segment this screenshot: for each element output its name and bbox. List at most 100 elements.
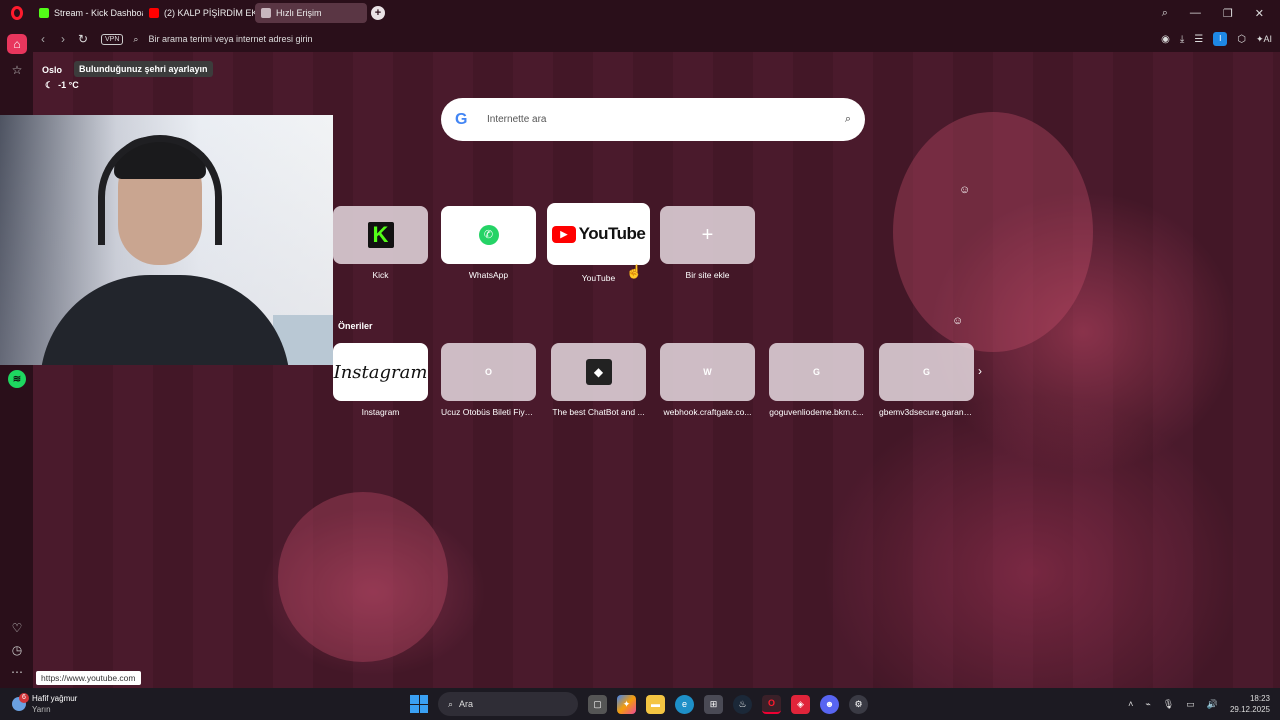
tab-speed-dial[interactable]: Hızlı Erişim [255, 3, 367, 23]
url-placeholder: Bir arama terimi veya internet adresi gi… [148, 34, 313, 44]
opera-menu-icon[interactable] [0, 0, 33, 26]
heart-icon[interactable]: ♡ [7, 618, 27, 638]
suggestion-bkm[interactable]: G goguvenliodeme.bkm.c... [769, 343, 864, 417]
dial-label: gbemv3dsecure.garanti... [879, 407, 974, 417]
emoji-icon: ☺ [952, 315, 964, 327]
weather-temperature: ☾ -1 °C [45, 80, 79, 91]
letter-icon: G [922, 367, 930, 377]
windows-start-icon[interactable] [410, 695, 428, 713]
more-icon[interactable]: ⋯ [7, 662, 27, 682]
suggestion-chatbot[interactable]: ◆ The best ChatBot and ... [551, 343, 646, 417]
url-field[interactable]: ⌕ Bir arama terimi veya internet adresi … [133, 34, 1161, 45]
clock-date: 29.12.2025 [1229, 705, 1270, 714]
youtube-favicon-icon [149, 8, 159, 18]
letter-icon: W [703, 367, 712, 377]
webcam-overlay [0, 115, 333, 365]
google-search-box[interactable]: G ⌕ [441, 98, 865, 141]
weather-city[interactable]: Oslo [42, 65, 62, 75]
tab-label: (2) KALP PİŞİRDİM EKİP YA [164, 8, 255, 18]
speed-dial-kick[interactable]: K Kick [333, 206, 428, 280]
history-icon[interactable]: ◷ [7, 640, 27, 660]
dial-label: Bir site ekle [685, 270, 730, 280]
dial-label: Kick [372, 270, 389, 280]
search-input[interactable] [487, 114, 845, 125]
close-icon[interactable]: ✕ [1255, 7, 1264, 20]
reload-icon[interactable]: ↻ [73, 32, 93, 46]
youtube-logo-text: YouTube [578, 224, 646, 243]
forward-icon[interactable]: › [53, 32, 73, 46]
taskbar-clock[interactable]: 18:23 29.12.2025 [1230, 693, 1270, 715]
speed-dial-whatsapp[interactable]: ✆ WhatsApp [441, 206, 536, 280]
taskbar-search-label: Ara [459, 699, 474, 709]
suggestion-webhook[interactable]: W webhook.craftgate.co... [660, 343, 755, 417]
microphone-icon[interactable]: 🎙 [1163, 699, 1174, 710]
letter-icon: O [484, 367, 492, 377]
new-tab-button[interactable]: + [371, 6, 385, 20]
opera-icon[interactable]: O [762, 694, 781, 714]
moon-icon: ☾ [45, 80, 54, 90]
dial-tile: K [333, 206, 428, 264]
chevron-right-icon[interactable]: › [978, 364, 982, 378]
back-icon[interactable]: ‹ [33, 32, 53, 46]
search-icon[interactable]: ⌕ [845, 113, 851, 126]
suggestion-instagram[interactable]: Instagram Instagram [333, 343, 428, 417]
dial-label: The best ChatBot and ... [552, 407, 645, 417]
volume-icon[interactable]: 🔊 [1207, 699, 1218, 710]
home-icon[interactable]: ⌂ [7, 34, 27, 54]
snapshot-icon[interactable]: ◉ [1161, 34, 1170, 45]
taskbar-weather-widget[interactable]: 6 Hafif yağmur Yarın [12, 693, 77, 715]
instagram-logo-icon: Instagram [333, 361, 428, 383]
vpn-badge[interactable]: VPN [101, 33, 124, 45]
steam-icon[interactable]: ♨ [733, 694, 752, 714]
easy-setup-icon[interactable]: ☰ [1194, 34, 1203, 45]
search-icon: ⌕ [448, 698, 454, 709]
suggestion-garanti[interactable]: G gbemv3dsecure.garanti... [879, 343, 974, 417]
aria-ai-button[interactable]: ✦AI [1256, 34, 1272, 45]
speed-dial-add-site[interactable]: + Bir site ekle [660, 206, 755, 280]
copilot-icon[interactable]: ✦ [617, 694, 636, 714]
link-status-url: https://www.youtube.com [36, 671, 141, 685]
store-icon[interactable]: ⊞ [704, 694, 723, 714]
grid-favicon-icon [261, 8, 271, 18]
maximize-icon[interactable]: ❐ [1223, 7, 1233, 20]
tab-bar: Stream - Kick Dashboard (2) KALP PİŞİRDİ… [0, 0, 1280, 26]
spotify-icon[interactable]: ≋ [8, 370, 26, 388]
address-bar: ‹ › ↻ VPN ⌕ Bir arama terimi veya intern… [33, 26, 1280, 52]
tab-kick-dashboard[interactable]: Stream - Kick Dashboard [33, 3, 143, 23]
tab-label: Hızlı Erişim [276, 8, 322, 18]
download-icon[interactable]: ⤓ [1180, 34, 1184, 45]
task-view-icon[interactable]: ▢ [588, 694, 607, 714]
taskbar-apps: ⌕ Ara ▢ ✦ ▬ e ⊞ ♨ O ◈ ☻ ⚙ [410, 692, 868, 716]
network-icon[interactable]: ⌁ [1145, 699, 1150, 710]
weather-tooltip: Bulunduğunuz şehri ayarlayın [74, 61, 213, 77]
system-tray: ˄ ⌁ 🎙 ▭ 🔊 18:23 29.12.2025 [1128, 693, 1270, 715]
display-icon[interactable]: ▭ [1186, 699, 1195, 710]
notification-badge: 6 [19, 693, 29, 703]
kick-favicon-icon [39, 8, 49, 18]
dial-label: Instagram [361, 407, 400, 417]
dial-label: WhatsApp [468, 270, 509, 280]
settings-icon[interactable]: ⚙ [849, 694, 868, 714]
dial-tile: ▶ YouTube [547, 203, 650, 265]
dial-tile: G [879, 343, 974, 401]
dial-tile: ◆ [551, 343, 646, 401]
dial-tile: ✆ [441, 206, 536, 264]
google-icon: G [455, 110, 468, 128]
dial-tile: Instagram [333, 343, 428, 401]
extension-icon[interactable]: I [1213, 32, 1228, 46]
star-icon[interactable]: ☆ [7, 60, 27, 80]
tab-youtube-video[interactable]: (2) KALP PİŞİRDİM EKİP YA [143, 3, 255, 23]
edge-icon[interactable]: e [675, 694, 694, 714]
minimize-icon[interactable]: — [1190, 7, 1201, 20]
dial-tile: G [769, 343, 864, 401]
wallpaper-skull [278, 492, 448, 662]
discord-icon[interactable]: ☻ [820, 694, 839, 714]
wallpaper-figure [893, 112, 1093, 352]
chevron-up-icon[interactable]: ˄ [1128, 699, 1133, 709]
file-explorer-icon[interactable]: ▬ [646, 694, 665, 714]
tab-search-icon[interactable]: ⌕ [1162, 7, 1168, 20]
opera-gx-icon[interactable]: ◈ [791, 694, 810, 714]
taskbar-search[interactable]: ⌕ Ara [438, 692, 578, 716]
suggestion-otobus[interactable]: O Ucuz Otobüs Bileti Fiya... [441, 343, 536, 417]
extensions-cube-icon[interactable]: ⬡ [1237, 34, 1246, 45]
